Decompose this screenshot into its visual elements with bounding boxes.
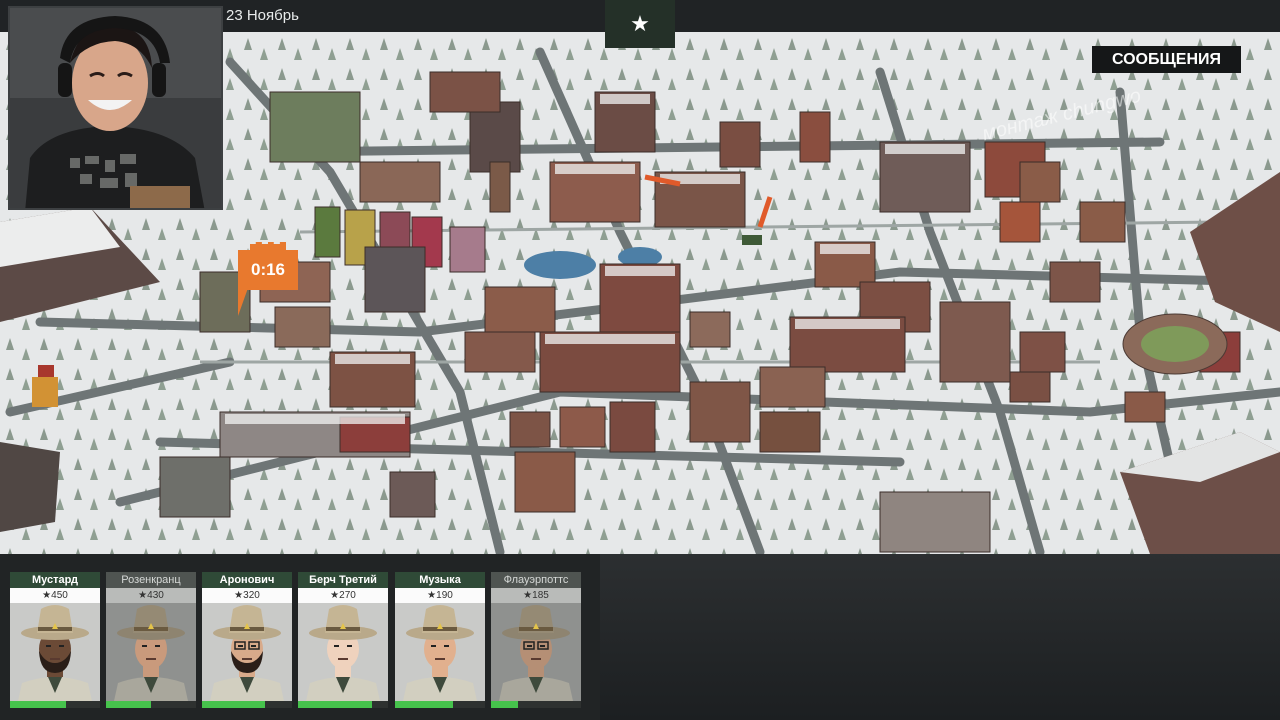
officer-face-icon (114, 605, 188, 701)
panel-backdrop (600, 554, 1280, 720)
officer-condition-track (10, 701, 100, 708)
officer-face-icon (403, 605, 477, 701)
officer-face-icon (306, 605, 380, 701)
event-timer-value: 0:16 (250, 260, 286, 279)
officer-card[interactable]: Аронович ★320 (202, 572, 292, 708)
officer-card[interactable]: Мустард ★450 (10, 572, 100, 708)
officer-condition-track (491, 701, 581, 708)
officer-rating: ★320 (202, 588, 292, 603)
game-screen: монтаж chungwo 0:16 23 Ноябрь ★ СООБЩЕНИ… (0, 0, 1280, 720)
officer-condition-bar (298, 701, 372, 708)
officer-portrait (202, 603, 292, 701)
officer-portrait (10, 603, 100, 701)
officer-card[interactable]: Музыка ★190 (395, 572, 485, 708)
officer-portrait (395, 603, 485, 701)
officer-name: Музыка (395, 572, 485, 588)
webcam-figure (10, 8, 221, 208)
officer-condition-track (202, 701, 292, 708)
officer-condition-track (298, 701, 388, 708)
officer-condition-bar (491, 701, 518, 708)
officer-face-icon (499, 605, 573, 701)
officer-condition-bar (10, 701, 66, 708)
officer-name: Аронович (202, 572, 292, 588)
officer-name: Розенкранц (106, 572, 196, 588)
officer-condition-bar (202, 701, 265, 708)
star-menu-button[interactable]: ★ (605, 0, 675, 48)
officer-condition-bar (106, 701, 151, 708)
officer-name: Флауэрпоттс (491, 572, 581, 588)
officer-portrait (491, 603, 581, 701)
officer-card[interactable]: Розенкранц ★430 (106, 572, 196, 708)
officer-face-icon (210, 605, 284, 701)
officer-portrait (298, 603, 388, 701)
game-date: 23 Ноябрь (226, 7, 299, 24)
officer-rating: ★185 (491, 588, 581, 603)
officer-name: Берч Третий (298, 572, 388, 588)
streamer-webcam (8, 6, 223, 210)
officer-condition-track (106, 701, 196, 708)
officer-rating: ★270 (298, 588, 388, 603)
officer-panel: Мустард ★450 Розенкранц ★430 Аронович ★320 Бер… (0, 554, 1280, 720)
officer-card[interactable]: Флауэрпоттс ★185 (491, 572, 581, 708)
officer-name: Мустард (10, 572, 100, 588)
officer-card[interactable]: Берч Третий ★270 (298, 572, 388, 708)
officer-rating: ★430 (106, 588, 196, 603)
officer-rating: ★450 (10, 588, 100, 603)
officer-condition-track (395, 701, 485, 708)
event-marker-pin (238, 288, 258, 316)
officer-rating: ★190 (395, 588, 485, 603)
messages-button[interactable]: СООБЩЕНИЯ (1092, 46, 1241, 73)
star-icon: ★ (630, 11, 650, 36)
officer-condition-bar (395, 701, 453, 708)
officer-face-icon (18, 605, 92, 701)
event-timer-marker[interactable]: 0:16 (238, 250, 298, 290)
officer-portrait (106, 603, 196, 701)
